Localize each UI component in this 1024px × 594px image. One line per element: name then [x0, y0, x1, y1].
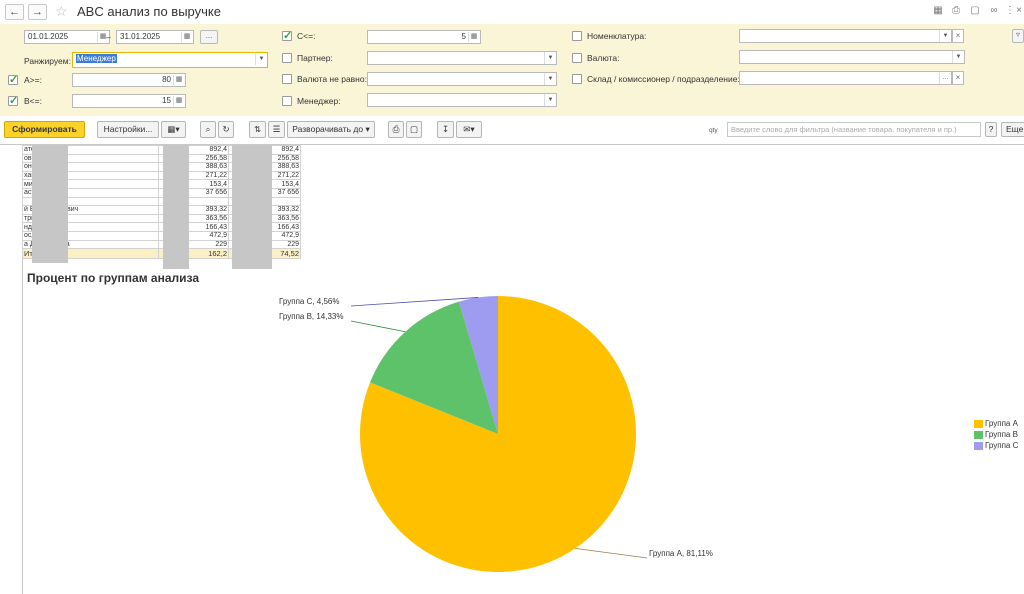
expand-to-button[interactable]: Разворачивать до ▾	[287, 121, 375, 138]
calendar-icon[interactable]: ▦	[181, 32, 192, 42]
calculator-icon[interactable]: ▦	[468, 32, 479, 42]
currency-ne-label: Валюта не равно:	[297, 74, 367, 84]
variants-icon[interactable]: ▦▾	[161, 121, 186, 138]
date-from-field[interactable]: 01.01.2025 ▦	[24, 30, 110, 44]
filter-search-input[interactable]: Введите слово для фильтра (название това…	[727, 122, 981, 137]
a-threshold-value: 80	[162, 75, 171, 84]
print-icon[interactable]: ⎙	[950, 5, 962, 17]
currency-ne-checkbox[interactable]	[282, 74, 292, 84]
a-threshold-field[interactable]: 80 ▦	[72, 73, 186, 87]
date-to-field[interactable]: 31.01.2025 ▦	[116, 30, 194, 44]
slice-leader-line	[350, 320, 406, 333]
close-icon[interactable]: ×	[1013, 5, 1024, 17]
currency-select[interactable]: ▼	[739, 50, 965, 64]
group-icon[interactable]: ☰	[268, 121, 285, 138]
nomenclature-clear-icon[interactable]: ×	[952, 29, 964, 43]
download-icon[interactable]: ↧	[437, 121, 454, 138]
b-checkbox[interactable]	[8, 94, 18, 107]
back-button[interactable]: ←	[5, 4, 24, 20]
search-icon[interactable]: ⌕	[200, 121, 216, 138]
sort-icon[interactable]: ⇅	[249, 121, 266, 138]
currency-checkbox[interactable]	[572, 53, 582, 63]
filter-icon[interactable]: ▿	[1012, 29, 1024, 43]
page-title: ABC анализ по выручке	[77, 4, 221, 19]
save-icon[interactable]: ▦	[932, 5, 944, 17]
partner-label: Партнер:	[297, 53, 333, 63]
b-label: B<=:	[24, 96, 42, 106]
settings-button[interactable]: Настройки...	[97, 121, 159, 138]
date-separator: –	[106, 32, 111, 42]
b-threshold-value: 15	[162, 96, 171, 105]
chevron-down-icon[interactable]: ▼	[952, 51, 964, 63]
title-bar: ← → ☆ ABC анализ по выручке ▦ ⎙ ▢ ∞ ⋮ ×	[0, 0, 1024, 24]
nomenclature-select[interactable]: ▼	[739, 29, 952, 43]
nomenclature-checkbox[interactable]	[572, 31, 582, 41]
filter-panel: 01.01.2025 ▦ – 31.01.2025 ▦ ... Ранжируе…	[0, 24, 1024, 116]
b-threshold-field[interactable]: 15 ▦	[72, 94, 186, 108]
date-from-value: 01.01.2025	[28, 32, 69, 41]
chevron-down-icon[interactable]: ▼	[939, 30, 951, 42]
slice-leader-line	[575, 548, 648, 559]
print-preview-icon[interactable]: ▢	[406, 121, 422, 138]
link-icon[interactable]: ∞	[988, 5, 1000, 17]
calculator-icon[interactable]: ▦	[173, 75, 184, 85]
manager-checkbox[interactable]	[282, 96, 292, 106]
c-threshold-value: 5	[461, 32, 466, 41]
forward-button[interactable]: →	[28, 4, 47, 20]
partner-checkbox[interactable]	[282, 53, 292, 63]
warehouse-label: Склад / комиссионер / подразделение:	[587, 74, 740, 84]
preview-icon[interactable]: ▢	[969, 5, 981, 17]
c-checkbox[interactable]	[282, 29, 292, 42]
help-button[interactable]: ?	[985, 122, 997, 137]
warehouse-clear-icon[interactable]: ×	[952, 71, 964, 85]
a-label: A>=:	[24, 75, 42, 85]
pie-chart: Группа A, 81,11% Группа B, 14,33% Группа C…	[279, 296, 713, 572]
period-select-button[interactable]: ...	[200, 30, 218, 44]
more-button[interactable]: Еще	[1001, 122, 1024, 137]
generate-button[interactable]: Сформировать	[4, 121, 85, 138]
c-threshold-field[interactable]: 5 ▦	[367, 30, 481, 44]
manager-label: Менеджер:	[297, 96, 341, 106]
currency-ne-select[interactable]: ▼	[367, 72, 557, 86]
partner-select[interactable]: ▼	[367, 51, 557, 65]
warehouse-checkbox[interactable]	[572, 74, 582, 84]
rank-select[interactable]: Менеджер ▼	[72, 52, 268, 68]
search-next-icon[interactable]: ↻	[218, 121, 234, 138]
chevron-down-icon[interactable]: ▼	[255, 53, 267, 65]
slice-label: Группа B, 14,33%	[279, 312, 344, 321]
email-icon[interactable]: ✉▾	[456, 121, 482, 138]
chevron-down-icon[interactable]: ▼	[544, 52, 556, 64]
toolbar: Сформировать Настройки... ▦▾ ⌕ ↻ ⇅ ☰ Раз…	[0, 116, 1024, 144]
chevron-down-icon[interactable]: ▼	[544, 73, 556, 85]
print-icon[interactable]: ⎙	[388, 121, 404, 138]
qty-label: qty	[709, 127, 718, 134]
chevron-down-icon[interactable]: ▼	[544, 94, 556, 106]
expand-to-label: Разворачивать до	[292, 124, 364, 134]
favorite-star-icon[interactable]: ☆	[55, 3, 68, 19]
warehouse-select[interactable]: …	[739, 71, 952, 85]
date-to-value: 31.01.2025	[120, 32, 161, 41]
rank-label: Ранжируем:	[24, 56, 71, 66]
c-label: C<=:	[297, 31, 316, 41]
manager-select[interactable]: ▼	[367, 93, 557, 107]
a-checkbox[interactable]	[8, 73, 18, 86]
calculator-icon[interactable]: ▦	[173, 96, 184, 106]
ellipsis-icon[interactable]: …	[939, 72, 951, 84]
slice-label: Группа A, 81,11%	[649, 549, 713, 558]
rank-value: Менеджер	[76, 54, 117, 63]
currency-label: Валюта:	[587, 53, 620, 63]
slice-label: Группа C, 4,56%	[279, 297, 339, 306]
nomenclature-label: Номенклатура:	[587, 31, 647, 41]
